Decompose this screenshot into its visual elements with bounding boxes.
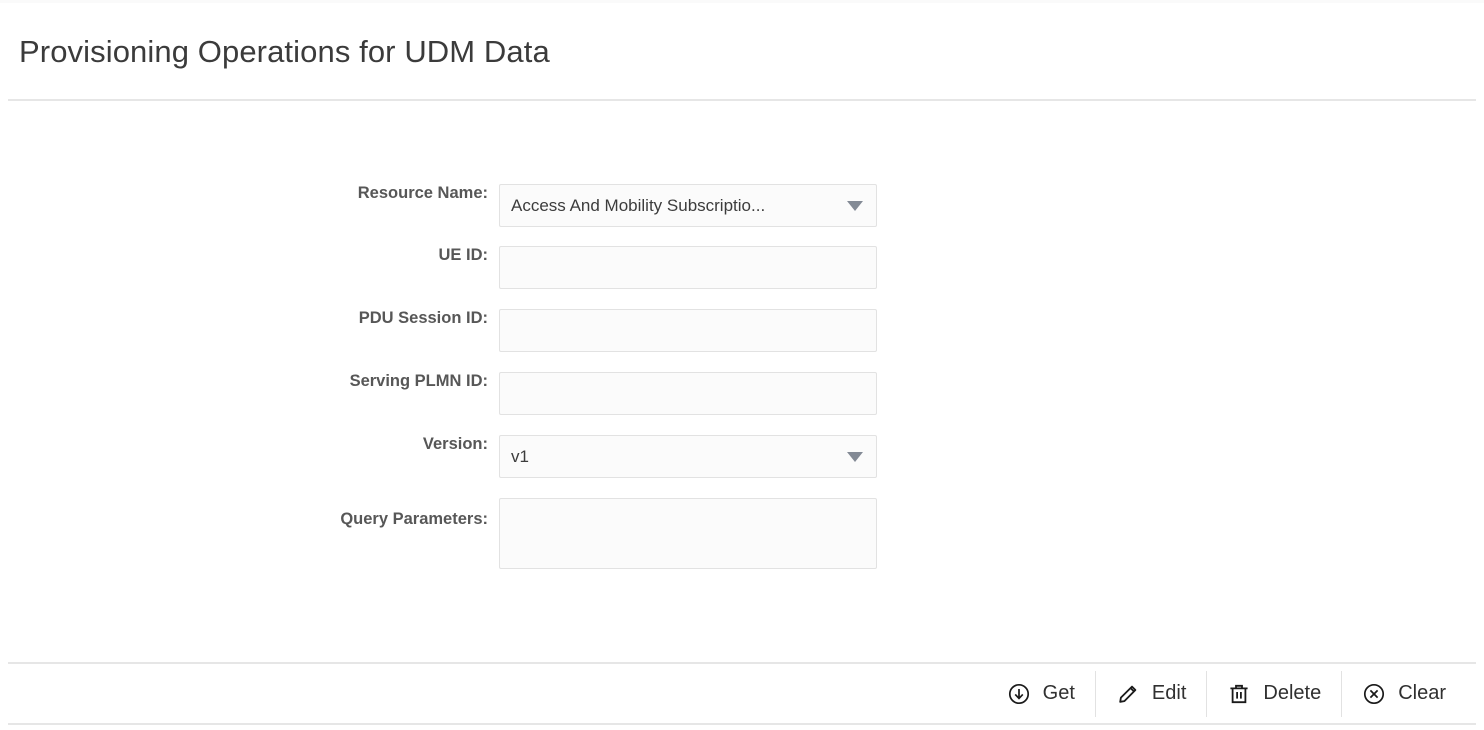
field-wrap-query-parameters xyxy=(499,498,877,574)
delete-button[interactable]: Delete xyxy=(1207,669,1341,719)
delete-button-label: Delete xyxy=(1263,682,1322,704)
label-query-parameters: Query Parameters: xyxy=(340,510,488,528)
chevron-down-icon xyxy=(847,451,863,462)
page-title: Provisioning Operations for UDM Data xyxy=(19,34,550,69)
field-wrap-serving-plmn-id xyxy=(499,372,877,415)
field-wrap-ue-id xyxy=(499,246,877,289)
download-circle-icon xyxy=(1007,682,1031,706)
form-row-pdu-session-id: PDU Session ID: xyxy=(0,309,900,352)
chevron-down-icon xyxy=(847,200,863,211)
version-select[interactable]: v1 xyxy=(499,435,877,478)
version-selected-value: v1 xyxy=(511,446,529,466)
page-header: Provisioning Operations for UDM Data xyxy=(0,3,1484,99)
close-circle-icon xyxy=(1362,682,1386,706)
field-wrap-version: v1 xyxy=(499,435,877,478)
label-resource-name: Resource Name: xyxy=(357,184,488,202)
form-row-query-parameters: Query Parameters: xyxy=(0,498,900,574)
query-parameters-textarea[interactable] xyxy=(499,498,877,569)
get-button-label: Get xyxy=(1042,682,1075,704)
serving-plmn-id-input[interactable] xyxy=(499,372,877,415)
label-serving-plmn-id: Serving PLMN ID: xyxy=(349,372,488,390)
label-version: Version: xyxy=(422,435,488,453)
form-row-resource-name: Resource Name: Access And Mobility Subsc… xyxy=(0,184,900,227)
field-wrap-resource-name: Access And Mobility Subscriptio... xyxy=(499,184,877,227)
field-wrap-pdu-session-id xyxy=(499,309,877,352)
form-row-ue-id: UE ID: xyxy=(0,246,900,289)
label-ue-id: UE ID: xyxy=(438,246,489,264)
pdu-session-id-input[interactable] xyxy=(499,309,877,352)
edit-button-label: Edit xyxy=(1151,682,1187,704)
get-button[interactable]: Get xyxy=(987,669,1095,719)
label-pdu-session-id: PDU Session ID: xyxy=(358,309,488,327)
resource-name-selected-value: Access And Mobility Subscriptio... xyxy=(511,195,766,215)
form-row-serving-plmn-id: Serving PLMN ID: xyxy=(0,372,900,415)
edit-button[interactable]: Edit xyxy=(1096,669,1206,719)
resource-name-select[interactable]: Access And Mobility Subscriptio... xyxy=(499,184,877,227)
clear-button[interactable]: Clear xyxy=(1342,669,1466,719)
provisioning-form: Resource Name: Access And Mobility Subsc… xyxy=(0,99,1484,662)
footer-divider-bottom xyxy=(8,723,1476,725)
ue-id-input[interactable] xyxy=(499,246,877,289)
pencil-icon xyxy=(1116,682,1140,706)
clear-button-label: Clear xyxy=(1398,682,1446,704)
trash-icon xyxy=(1227,682,1251,706)
form-row-version: Version: v1 xyxy=(0,435,900,478)
action-bar: Get Edit Delete Clear xyxy=(0,664,1484,723)
